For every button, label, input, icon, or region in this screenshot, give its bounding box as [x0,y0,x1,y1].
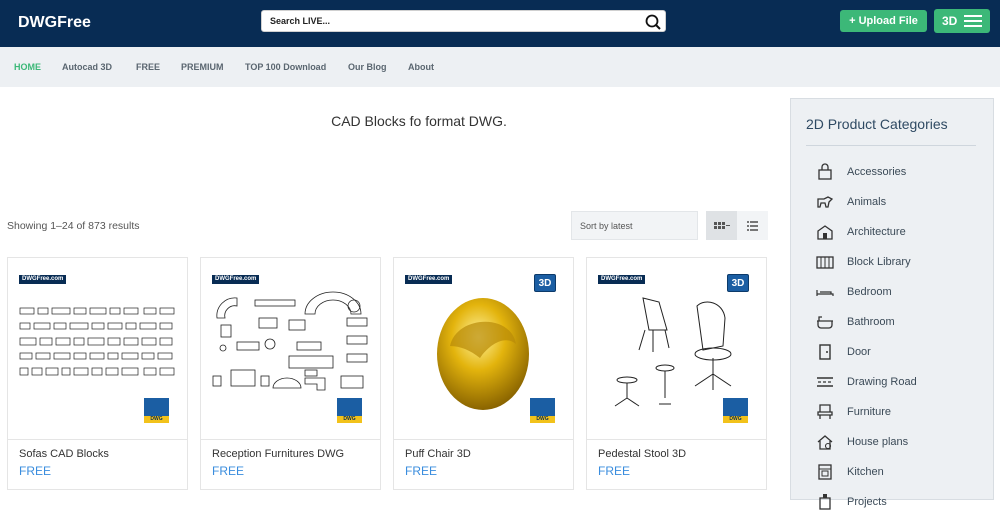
product-thumbnail[interactable]: DWGFree.com DWG [201,258,380,439]
building-icon [817,225,833,240]
animal-icon [817,196,834,208]
main-nav: HOME Autocad 3D FREE PREMIUM TOP 100 Dow… [0,47,1000,87]
search-box[interactable]: Search LIVE... [261,10,666,32]
dwg-format-icon: DWG [337,398,362,423]
card-divider [394,439,573,440]
bed-icon [816,290,834,296]
nav-top-100[interactable]: TOP 100 Download [245,62,326,72]
card-divider [8,439,187,440]
product-thumbnail[interactable]: DWGFree.com 3D DWG [587,258,766,439]
door-icon [819,344,831,360]
grid-view-button[interactable] [706,211,737,240]
search-input[interactable]: Search LIVE... [270,16,330,26]
card-divider [201,439,380,440]
dwg-format-icon: DWG [723,398,748,423]
threed-label: 3D [942,14,958,28]
product-title[interactable]: Reception Furnitures DWG [212,448,344,460]
nav-free[interactable]: FREE [136,62,160,72]
category-sidebar: 2D Product Categories Accessories Animal… [790,98,994,510]
dwgfree-watermark: DWGFree.com [19,275,67,284]
upload-file-button[interactable]: + Upload File [840,10,927,32]
product-price: FREE [19,464,52,478]
product-card[interactable]: DWGFree.com DWG Reception Furnitures DWG… [200,257,381,490]
sort-select[interactable]: Sort by latest [571,211,698,240]
site-logo[interactable]: DWGFree [18,14,91,32]
3d-model-icon: 3D [534,274,556,292]
nav-home[interactable]: HOME [14,62,41,72]
product-title[interactable]: Pedestal Stool 3D [598,448,686,460]
product-thumbnail[interactable]: DWGFree.com 3D DWG [394,258,573,439]
dwg-format-icon: DWG [530,398,555,423]
search-icon[interactable] [643,12,663,32]
dwgfree-watermark: DWGFree.com [212,275,260,284]
sidebar-divider [806,145,976,146]
chair-icon [817,404,833,419]
menu-icon [964,15,982,27]
dwgfree-watermark: DWGFree.com [598,275,646,284]
bathtub-icon [817,316,833,329]
3d-model-icon: 3D [727,274,749,292]
nav-autocad-3d[interactable]: Autocad 3D [62,62,112,72]
dwg-format-icon: DWG [144,398,169,423]
bag-icon [818,163,832,180]
page-title: CAD Blocks fo format DWG. [331,113,507,129]
product-title[interactable]: Puff Chair 3D [405,448,471,460]
nav-premium[interactable]: PREMIUM [181,62,224,72]
product-thumbnail[interactable]: DWGFree.com DWG [8,258,187,439]
card-divider [587,439,766,440]
grid-icon [714,222,730,229]
nav-about[interactable]: About [408,62,434,72]
project-icon [819,494,831,510]
product-card[interactable]: DWGFree.com 3D DWG Pedestal Stool 3D FRE… [586,257,767,490]
product-price: FREE [212,464,245,478]
product-price: FREE [598,464,631,478]
threed-menu-button[interactable]: 3D [934,9,990,33]
product-card[interactable]: DWGFree.com 3D DWG Puff Chair 3D FREE [393,257,574,490]
list-view-button[interactable] [737,211,768,240]
sidebar-title: 2D Product Categories [806,116,948,132]
road-icon [817,377,833,387]
house-icon [817,435,833,450]
product-title[interactable]: Sofas CAD Blocks [19,448,109,460]
sort-select-value: Sort by latest [580,221,633,231]
product-card[interactable]: DWGFree.com DWG Sofas CAD Blocks FREE [7,257,188,490]
results-count: Showing 1–24 of 873 results [7,220,140,232]
library-icon [816,256,834,269]
dwgfree-watermark: DWGFree.com [405,275,453,284]
nav-our-blog[interactable]: Our Blog [348,62,387,72]
stove-icon [818,464,832,480]
site-header: DWGFree Search LIVE... + Upload File 3D [0,0,1000,47]
list-icon [747,221,758,231]
product-price: FREE [405,464,438,478]
